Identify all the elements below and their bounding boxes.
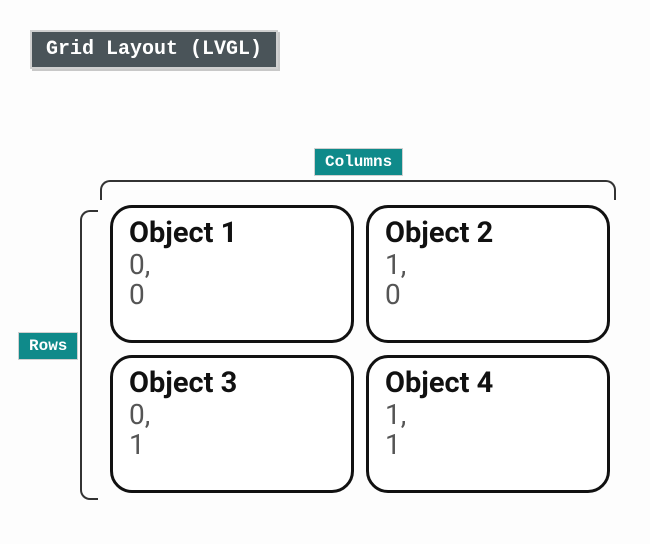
cell-col: 0,: [129, 250, 335, 279]
cell-title: Object 4: [385, 368, 591, 398]
cell-title: Object 1: [129, 218, 335, 248]
grid-container: Object 1 0, 0 Object 2 1, 0 Object 3 0, …: [110, 205, 610, 493]
grid-cell-0-0: Object 1 0, 0: [110, 205, 354, 343]
grid-cell-1-1: Object 4 1, 1: [366, 355, 610, 493]
cell-row: 1: [385, 430, 591, 459]
grid-cell-0-1: Object 3 0, 1: [110, 355, 354, 493]
cell-row: 1: [129, 430, 335, 459]
cell-col: 0,: [129, 400, 335, 429]
cell-row: 0: [129, 280, 335, 309]
columns-bracket: [100, 180, 616, 200]
cell-col: 1,: [385, 400, 591, 429]
cell-row: 0: [385, 280, 591, 309]
cell-title: Object 3: [129, 368, 335, 398]
rows-label: Rows: [18, 332, 78, 360]
rows-bracket: [80, 210, 98, 500]
columns-label: Columns: [314, 148, 403, 176]
grid-cell-1-0: Object 2 1, 0: [366, 205, 610, 343]
diagram-title: Grid Layout (LVGL): [30, 30, 278, 69]
cell-col: 1,: [385, 250, 591, 279]
cell-title: Object 2: [385, 218, 591, 248]
